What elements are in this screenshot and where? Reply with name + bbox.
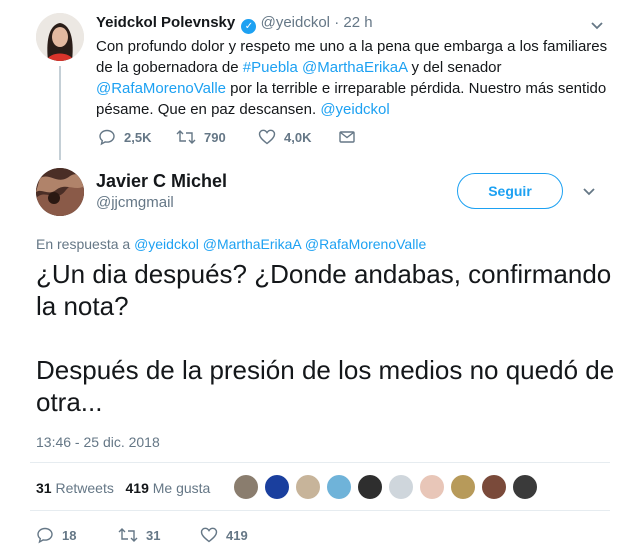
liker-avatar[interactable]	[264, 474, 290, 500]
reply-button[interactable]: 18	[36, 525, 76, 545]
main-tweet-text: ¿Un dia después? ¿Donde andabas, confirm…	[36, 258, 616, 418]
envelope-icon	[339, 131, 355, 143]
parent-author-handle[interactable]: @yeidckol	[261, 14, 330, 31]
retweet-count: 31	[146, 527, 161, 543]
tweet-link[interactable]: @RafaMorenoValle	[96, 80, 226, 97]
tweet-text-segment: y del senador	[407, 59, 502, 76]
divider	[30, 462, 610, 463]
like-button[interactable]: 419	[200, 525, 248, 545]
heart-icon	[258, 129, 276, 145]
reply-icon	[99, 129, 115, 146]
reply-count: 2,5K	[124, 129, 152, 145]
main-author-handle[interactable]: @jjcmgmail	[96, 194, 174, 212]
parent-author-name[interactable]: Yeidckol Polevnsky	[96, 14, 235, 31]
tweet-stats: 31 Retweets 419 Me gusta	[36, 480, 210, 496]
liker-avatar[interactable]	[388, 474, 414, 500]
reply-count: 18	[62, 527, 77, 543]
like-button[interactable]: 4,0K	[258, 127, 311, 147]
retweet-stats[interactable]: 31 Retweets	[36, 480, 114, 496]
reply-button[interactable]: 2,5K	[98, 127, 151, 147]
parent-tweet-time[interactable]: 22 h	[343, 14, 372, 31]
tweet-link[interactable]: @yeidckol	[320, 101, 389, 118]
reply-context: En respuesta a @yeidckol @MarthaErikaA @…	[36, 236, 426, 252]
like-count: 4,0K	[284, 129, 312, 145]
retweet-button[interactable]: 31	[118, 525, 160, 545]
main-tweet-paragraph: Después de la presión de los medios no q…	[36, 355, 615, 417]
retweet-stat-count: 31	[36, 480, 52, 496]
verified-badge-icon: ✓	[241, 19, 257, 34]
parent-author-avatar[interactable]	[36, 13, 84, 61]
follow-button[interactable]: Seguir	[457, 173, 563, 209]
liker-avatar[interactable]	[295, 474, 321, 500]
liker-avatar[interactable]	[357, 474, 383, 500]
parent-tweet-header: Yeidckol Polevnsky ✓ @yeidckol · 22 h	[96, 13, 373, 34]
retweet-icon	[176, 130, 196, 144]
reply-context-mentions[interactable]: @yeidckol @MarthaErikaA @RafaMorenoValle	[134, 236, 426, 252]
retweet-count: 790	[204, 129, 226, 145]
liker-avatar[interactable]	[419, 474, 445, 500]
tweet-link[interactable]: @MarthaErikaA	[302, 59, 407, 76]
like-stat-count: 419	[125, 480, 149, 496]
main-author-name[interactable]: Javier C Michel	[96, 170, 227, 192]
direct-message-button[interactable]	[338, 127, 356, 147]
liker-avatar[interactable]	[450, 474, 476, 500]
main-tweet-paragraph: ¿Un dia después? ¿Donde andabas, confirm…	[36, 259, 612, 321]
retweet-stat-label: Retweets	[55, 480, 114, 496]
tweet-timestamp[interactable]: 13:46 - 25 dic. 2018	[36, 434, 160, 450]
parent-tweet-menu-chevron-down-icon[interactable]	[590, 18, 604, 36]
main-tweet-menu-chevron-down-icon[interactable]	[582, 184, 596, 202]
main-author-avatar[interactable]	[36, 168, 84, 216]
liker-avatar[interactable]	[326, 474, 352, 500]
like-stats[interactable]: 419 Me gusta	[126, 480, 211, 496]
divider	[30, 510, 610, 511]
thread-connector-line	[59, 66, 61, 160]
heart-icon	[200, 527, 218, 543]
tweet-link[interactable]: #Puebla	[243, 59, 298, 76]
header-separator: ·	[334, 14, 340, 31]
reply-context-prefix: En respuesta a	[36, 236, 131, 252]
parent-tweet[interactable]: Yeidckol Polevnsky ✓ @yeidckol · 22 h Co…	[0, 0, 632, 160]
parent-tweet-text: Con profundo dolor y respeto me uno a la…	[96, 36, 616, 120]
reply-icon	[37, 527, 53, 544]
retweet-icon	[118, 528, 138, 542]
retweet-button[interactable]: 790	[176, 127, 226, 147]
liker-avatar[interactable]	[481, 474, 507, 500]
liker-avatar[interactable]	[512, 474, 538, 500]
liker-avatar[interactable]	[233, 474, 259, 500]
like-count: 419	[226, 527, 248, 543]
like-stat-label: Me gusta	[152, 480, 211, 496]
